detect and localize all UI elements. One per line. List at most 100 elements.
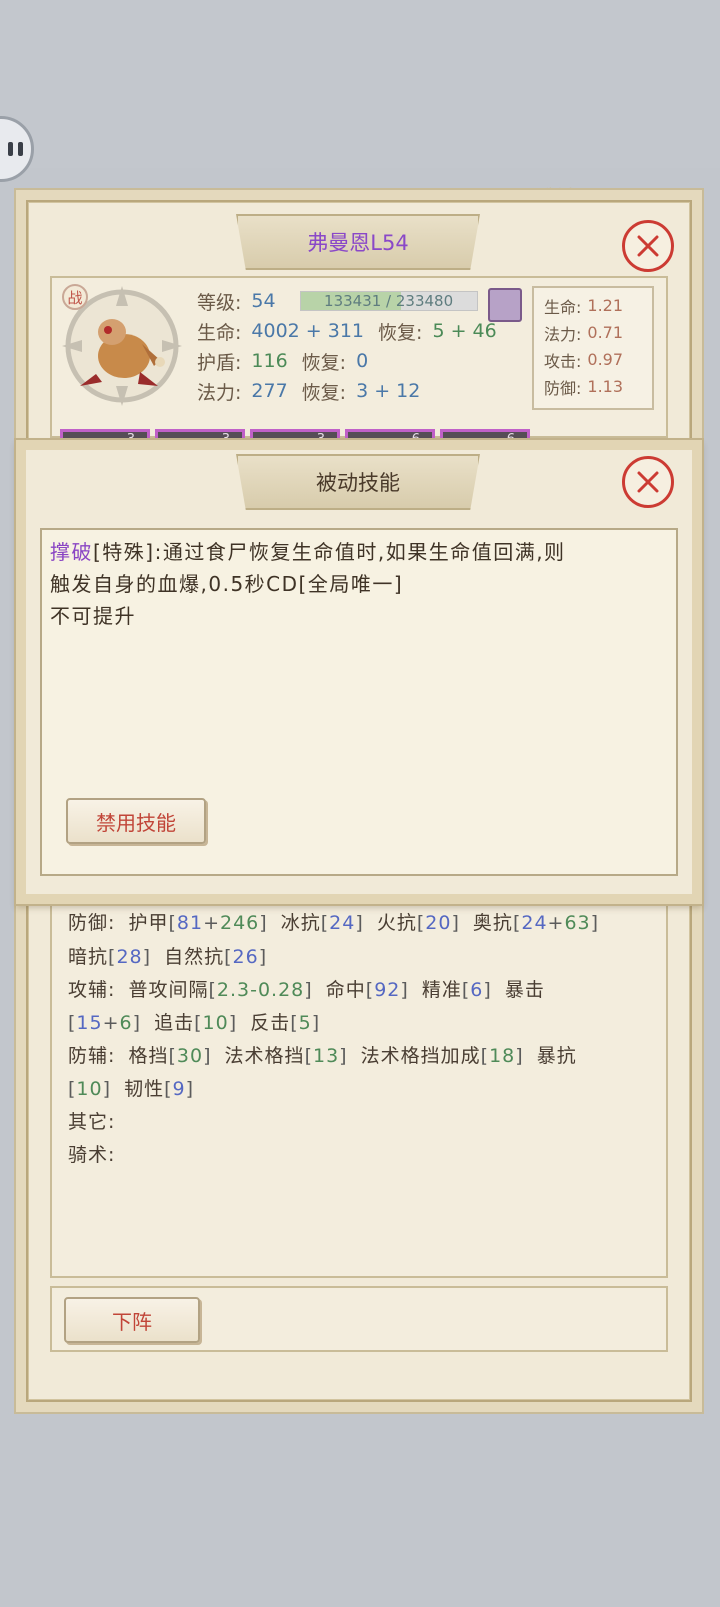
attr-value: 13 bbox=[312, 1045, 340, 1067]
ratio-label: 防御: bbox=[544, 378, 582, 398]
attr-label: 骑术: bbox=[68, 1144, 116, 1166]
ratio-value: 1.13 bbox=[587, 377, 624, 396]
attr-name: 火抗 bbox=[376, 912, 417, 934]
close-icon bbox=[637, 235, 659, 257]
defense-line: 防御: 护甲[81+246] 冰抗[24] 火抗[20] 奥抗[24+63] bbox=[68, 912, 600, 934]
bottom-background bbox=[0, 1440, 720, 1607]
skill-panel-title: 被动技能 bbox=[316, 471, 400, 495]
attr-value: 10 bbox=[202, 1012, 229, 1034]
attr-name: 自然抗 bbox=[164, 946, 225, 968]
mana-value: 277 bbox=[251, 380, 288, 402]
ratio-row: 防御: 1.13 bbox=[544, 373, 642, 400]
shield-row: 护盾: 116 恢复: 0 bbox=[197, 346, 542, 376]
exp-text: 133431 / 233480 bbox=[324, 292, 454, 310]
attr-name: 普攻间隔 bbox=[128, 979, 209, 1001]
attr-value: 26 bbox=[232, 946, 259, 968]
attr-label: 防辅: bbox=[68, 1045, 116, 1067]
skill-desc-line1: [特殊]:通过食尸恢复生命值时,如果生命值回满,则 bbox=[93, 540, 566, 564]
exp-bar: 133431 / 233480 bbox=[299, 291, 478, 311]
mana-regen-label: 恢复: bbox=[301, 381, 347, 404]
attr-value: 20 bbox=[425, 912, 452, 934]
hero-info-box: 战 等级: 54 133431 / 233480 生命: 4002 + 311 … bbox=[50, 276, 668, 438]
attr-value: 81 bbox=[176, 912, 204, 934]
retire-button-label: 下阵 bbox=[112, 1309, 152, 1334]
attr-value: 30 bbox=[176, 1045, 204, 1067]
skill-note: 不可提升 bbox=[50, 604, 136, 628]
shield-regen-label: 恢复: bbox=[301, 351, 347, 374]
attr-name: 反击 bbox=[250, 1012, 291, 1034]
attr-bonus: 63 bbox=[564, 912, 591, 934]
mana-label: 法力: bbox=[197, 381, 242, 404]
attr-value: 9 bbox=[172, 1078, 186, 1100]
skill-title-plate: 被动技能 bbox=[236, 454, 480, 510]
riding-line: 骑术: bbox=[68, 1140, 115, 1167]
close-hero-panel-button[interactable] bbox=[622, 220, 674, 272]
top-background bbox=[0, 0, 720, 168]
defense-aux-line: 防辅: 格挡[30] 法术格挡[13] 法术格挡加成[18] 暴抗 bbox=[68, 1045, 577, 1067]
attr-name: 法术格挡 bbox=[224, 1045, 305, 1067]
passive-skill-panel: 被动技能 撑破[特殊]:通过食尸恢复生命值时,如果生命值回满,则 触发自身的血爆… bbox=[16, 440, 702, 904]
attr-name: 暗抗 bbox=[68, 946, 109, 968]
attr-name: 暴抗 bbox=[536, 1045, 577, 1067]
hp-regen-label: 恢复: bbox=[378, 321, 423, 344]
close-skill-panel-button[interactable] bbox=[622, 456, 674, 508]
other-line: 其它: bbox=[68, 1107, 115, 1134]
attr-value: 6 bbox=[470, 979, 484, 1001]
hp-value: 4002 + 311 bbox=[251, 320, 365, 342]
ratio-row: 攻击: 0.97 bbox=[544, 346, 642, 373]
attr-label: 其它: bbox=[68, 1111, 116, 1133]
pause-icon bbox=[7, 142, 23, 156]
shield-regen-value: 0 bbox=[356, 350, 369, 372]
disable-skill-button[interactable]: 禁用技能 bbox=[66, 798, 206, 844]
attributes-area: 防御: 护甲[81+246] 冰抗[24] 火抗[20] 奥抗[24+63] 暗… bbox=[50, 876, 668, 1278]
attr-label: 防御: bbox=[68, 912, 116, 934]
retire-button[interactable]: 下阵 bbox=[64, 1297, 200, 1343]
close-icon bbox=[637, 471, 659, 493]
attr-label: 攻辅: bbox=[68, 979, 116, 1001]
attr-name: 命中 bbox=[325, 979, 366, 1001]
attr-name: 护甲 bbox=[128, 912, 169, 934]
attr-name: 韧性 bbox=[124, 1078, 165, 1100]
attr-bonus: 246 bbox=[220, 912, 260, 934]
hero-avatar[interactable]: 战 bbox=[62, 284, 184, 408]
attr-name: 格挡 bbox=[128, 1045, 169, 1067]
attr-bonus: 6 bbox=[119, 1012, 133, 1034]
attr-value: 24 bbox=[521, 912, 548, 934]
shield-value: 116 bbox=[251, 350, 288, 372]
level-label: 等级: bbox=[197, 291, 242, 314]
ratio-label: 生命: bbox=[544, 297, 582, 317]
attr-value: 24 bbox=[329, 912, 356, 934]
level-value: 54 bbox=[251, 290, 276, 312]
ratio-row: 法力: 0.71 bbox=[544, 319, 642, 346]
mana-row: 法力: 277 恢复: 3 + 12 bbox=[197, 376, 542, 406]
hp-label: 生命: bbox=[197, 321, 242, 344]
skill-description: 撑破[特殊]:通过食尸恢复生命值时,如果生命值回满,则 触发自身的血爆,0.5秒… bbox=[50, 536, 668, 632]
ratio-label: 攻击: bbox=[544, 351, 582, 371]
skill-name: 撑破 bbox=[50, 540, 93, 564]
attack-aux-line-2: [15+6] 追击[10] 反击[5] bbox=[68, 1012, 321, 1034]
defense-aux-line-2: [10] 韧性[9] bbox=[68, 1078, 195, 1100]
hero-action-bar: 下阵 bbox=[50, 1286, 668, 1352]
attr-name: 奥抗 bbox=[472, 912, 513, 934]
battle-badge: 战 bbox=[62, 284, 88, 310]
resist-line: 暗抗[28] 自然抗[26] bbox=[68, 946, 268, 968]
ratio-value: 0.97 bbox=[587, 350, 624, 369]
attr-value: 2.3-0.28 bbox=[216, 979, 305, 1001]
attr-name: 精准 bbox=[421, 979, 462, 1001]
hero-title-plate: 弗曼恩L54 bbox=[236, 214, 480, 270]
mana-regen-value: 3 + 12 bbox=[356, 380, 421, 402]
ratio-row: 生命: 1.21 bbox=[544, 292, 642, 319]
attr-name: 暴击 bbox=[504, 979, 545, 1001]
ratio-value: 1.21 bbox=[587, 296, 624, 315]
attr-value: 5 bbox=[298, 1012, 312, 1034]
ratio-value: 0.71 bbox=[587, 323, 624, 342]
gem-icon[interactable] bbox=[488, 288, 522, 322]
attr-name: 法术格挡加成 bbox=[360, 1045, 481, 1067]
ratio-label: 法力: bbox=[544, 324, 582, 344]
hero-title: 弗曼恩L54 bbox=[307, 231, 409, 255]
attr-name: 冰抗 bbox=[280, 912, 321, 934]
attr-value: 15 bbox=[76, 1012, 103, 1034]
attr-value: 10 bbox=[76, 1078, 103, 1100]
attr-value: 18 bbox=[489, 1045, 516, 1067]
hp-regen-value: 5 + 46 bbox=[432, 320, 497, 342]
